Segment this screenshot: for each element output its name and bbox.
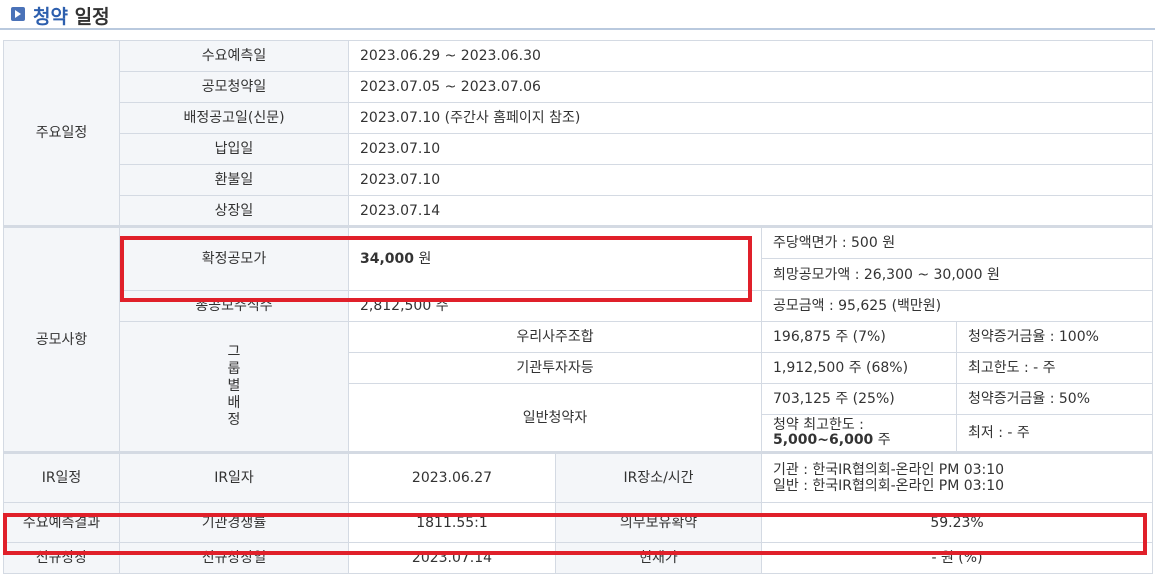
final-price-label: 확정공모가 bbox=[119, 225, 349, 291]
group-note: 청약증거금율 : 100% bbox=[955, 321, 1154, 353]
table-row: 공모청약일 2023.07.05 ~ 2023.07.06 bbox=[4, 71, 1154, 103]
group-name: 일반청약자 bbox=[348, 383, 762, 453]
row-label: 납입일 bbox=[119, 133, 349, 165]
current-price-value: - 원 (%) bbox=[760, 542, 1154, 574]
table-row: 수요예측결과 기관경쟁률 1811.55:1 의무보유확약 59.23% bbox=[3, 502, 1154, 543]
group-shares: 196,875 주 (7%) bbox=[761, 321, 957, 353]
lockup-value: 59.23% bbox=[760, 502, 1154, 543]
table-row: 배정공고일(신문) 2023.07.10 (주간사 홈페이지 참조) bbox=[4, 102, 1154, 134]
group-name: 기관투자자등 bbox=[348, 352, 762, 384]
group-note-cell: 청약증거금율 : 50% 최저 : - 주 bbox=[955, 383, 1154, 453]
table-row: 신규상장 신규상장일 2023.07.14 현재가 - 원 (%) bbox=[3, 542, 1154, 574]
category-offering: 공모사항 bbox=[3, 225, 120, 453]
total-shares-label: 총공모주식수 bbox=[119, 290, 349, 322]
row-value: 2023.07.10 bbox=[347, 133, 1154, 165]
table-row: 주요일정 수요예측일 2023.06.29 ~ 2023.06.30 bbox=[3, 40, 1154, 227]
listing-date-value: 2023.07.14 bbox=[348, 542, 556, 574]
offering-amount: 공모금액 : 95,625 (백만원) bbox=[760, 290, 1154, 322]
group-note: 청약증거금율 : 50% bbox=[957, 384, 1153, 415]
group-name: 우리사주조합 bbox=[348, 321, 762, 353]
category-ir: IR일정 bbox=[3, 451, 120, 503]
ir-place-value: 기관 : 한국IR협의회-온라인 PM 03:10 일반 : 한국IR협의회-온라… bbox=[760, 451, 1154, 503]
group-shares: 1,912,500 주 (68%) bbox=[761, 352, 957, 384]
row-label: 배정공고일(신문) bbox=[119, 102, 349, 134]
row-value: 2023.06.29 ~ 2023.06.30 bbox=[347, 40, 1154, 72]
lockup-label: 의무보유확약 bbox=[555, 502, 762, 543]
final-price-value: 34,000 원 bbox=[348, 225, 762, 291]
table-row: 공모사항 확정공모가 34,000 원 주당액면가 : 500 원 bbox=[3, 225, 1154, 453]
group-min-note: 최저 : - 주 bbox=[968, 425, 1030, 441]
row-value: 2023.07.10 (주간사 홈페이지 참조) bbox=[347, 102, 1154, 134]
group-shares: 703,125 주 (25%) bbox=[762, 384, 956, 415]
row-label: 환불일 bbox=[119, 164, 349, 196]
row-value: 2023.07.10 bbox=[347, 164, 1154, 196]
table-row: 납입일 2023.07.10 bbox=[4, 133, 1154, 165]
subscription-limit: 청약 최고한도 :5,000~6,000 주 bbox=[773, 417, 891, 448]
table-row: 상장일 2023.07.14 bbox=[4, 195, 1154, 227]
par-value: 주당액면가 : 500 원 bbox=[760, 225, 1154, 259]
table-row: 총공모주식수 2,812,500 주 공모금액 : 95,625 (백만원) bbox=[4, 290, 1154, 322]
group-allocation-label: 그룹별배정 bbox=[119, 321, 349, 453]
category-listing: 신규상장 bbox=[3, 542, 120, 574]
row-label: 수요예측일 bbox=[119, 40, 349, 72]
table-row: 그룹별배정 우리사주조합 196,875 주 (7%) 청약증거금율 : 100… bbox=[4, 321, 1154, 453]
desired-price-range: 희망공모가액 : 26,300 ~ 30,000 원 bbox=[760, 258, 1154, 291]
category-main-schedule: 주요일정 bbox=[3, 40, 120, 227]
section-title-bar: 청약 일정 bbox=[0, 0, 1155, 30]
competition-label: 기관경쟁률 bbox=[119, 502, 349, 543]
current-price-label: 현재가 bbox=[555, 542, 762, 574]
category-demand-result: 수요예측결과 bbox=[3, 502, 120, 543]
total-shares-value: 2,812,500 주 bbox=[348, 290, 762, 322]
ir-date-value: 2023.06.27 bbox=[348, 451, 556, 503]
listing-date-label: 신규상장일 bbox=[119, 542, 349, 574]
table-row: 환불일 2023.07.10 bbox=[4, 164, 1154, 196]
ir-date-label: IR일자 bbox=[119, 451, 349, 503]
row-value: 2023.07.14 bbox=[347, 195, 1154, 227]
row-label: 공모청약일 bbox=[119, 71, 349, 103]
section-title: 청약 일정 bbox=[33, 6, 110, 28]
competition-value: 1811.55:1 bbox=[348, 502, 556, 543]
group-note: 최고한도 : - 주 bbox=[955, 352, 1154, 384]
row-label: 상장일 bbox=[119, 195, 349, 227]
row-value: 2023.07.05 ~ 2023.07.06 bbox=[347, 71, 1154, 103]
group-shares-cell: 703,125 주 (25%) 청약 최고한도 :5,000~6,000 주 bbox=[761, 383, 957, 453]
ir-place-label: IR장소/시간 bbox=[555, 451, 762, 503]
subscription-schedule-table: 주요일정 수요예측일 2023.06.29 ~ 2023.06.30 공모청약일… bbox=[3, 40, 1154, 574]
arrow-right-icon bbox=[11, 7, 25, 21]
table-row: IR일정 IR일자 2023.06.27 IR장소/시간 기관 : 한국IR협의… bbox=[3, 451, 1154, 503]
